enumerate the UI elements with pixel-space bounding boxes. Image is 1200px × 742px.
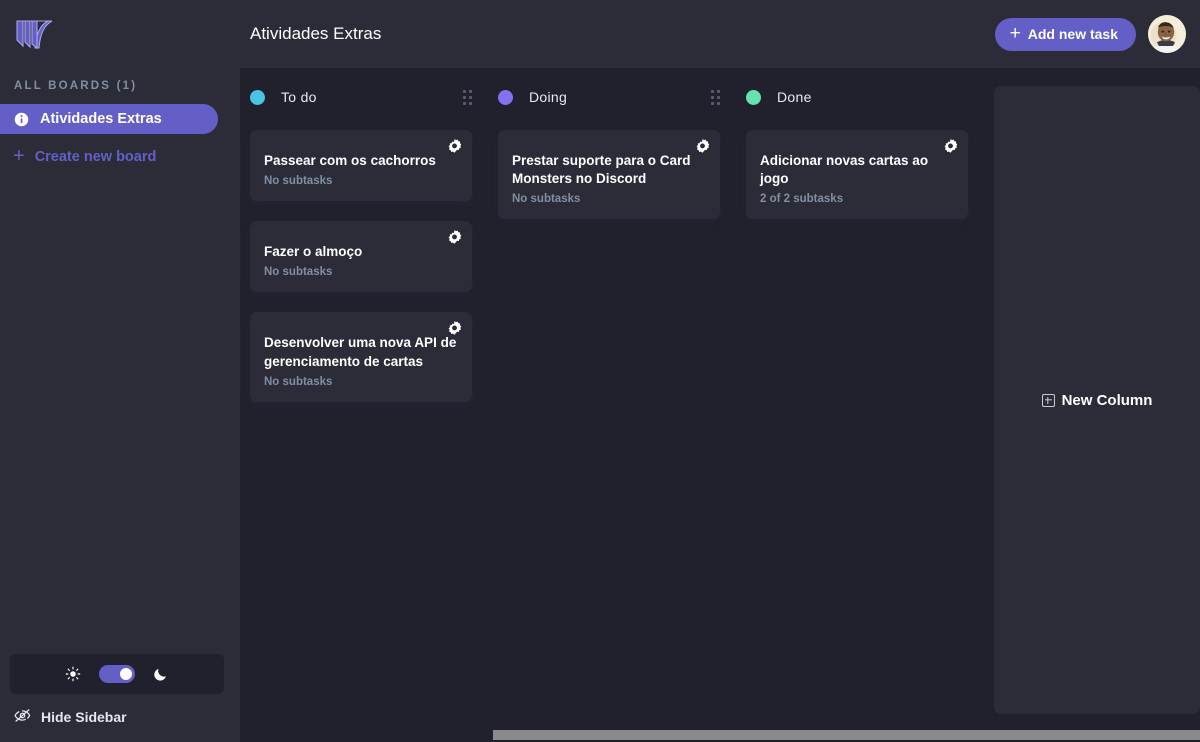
theme-toggle-switch[interactable] xyxy=(99,665,135,683)
page-title: Atividades Extras xyxy=(250,24,382,43)
topbar-actions: + Add new task xyxy=(994,15,1186,53)
main-content: Atividades Extras + Add new task To do P… xyxy=(240,0,1200,742)
task-card-subtasks: No subtasks xyxy=(264,266,333,279)
theme-toggle-knob xyxy=(120,668,132,680)
gear-icon[interactable] xyxy=(447,230,462,245)
task-card[interactable]: Fazer o almoço No subtasks xyxy=(250,221,472,293)
gear-icon[interactable] xyxy=(447,321,462,336)
task-card[interactable]: Prestar suporte para o Card Monsters no … xyxy=(498,130,720,220)
sidebar-item-atividades-extras[interactable]: Atividades Extras xyxy=(0,104,218,134)
all-boards-label: ALL BOARDS (1) xyxy=(14,80,138,92)
board-column: To do Passear com os cachorros No subtasks… xyxy=(250,86,472,742)
column-name: To do xyxy=(281,89,317,105)
column-header: To do xyxy=(250,86,472,108)
hide-sidebar-label: Hide Sidebar xyxy=(41,709,127,725)
column-status-dot xyxy=(746,89,761,105)
gear-icon[interactable] xyxy=(447,139,462,154)
task-card-title: Fazer o almoço xyxy=(264,244,363,260)
column-status-dot xyxy=(250,89,265,105)
task-card[interactable]: Desenvolver uma nova API de gerenciament… xyxy=(250,312,472,402)
new-column-button[interactable]: New Column xyxy=(994,86,1200,714)
task-card-title: Adicionar novas cartas ao jogo xyxy=(760,153,929,187)
board-column: Done Adicionar novas cartas ao jogo 2 of 2… xyxy=(746,86,968,742)
sidebar-item-label: Atividades Extras xyxy=(40,111,162,127)
horizontal-scrollbar-thumb[interactable] xyxy=(493,730,1200,740)
column-name: Doing xyxy=(529,89,568,105)
drag-handle-icon[interactable] xyxy=(463,89,472,105)
boxed-plus-icon xyxy=(1041,393,1055,407)
plus-icon: + xyxy=(13,145,25,167)
board-canvas: To do Passear com os cachorros No subtasks… xyxy=(240,68,1200,742)
column-status-dot xyxy=(498,89,513,105)
topbar: Atividades Extras + Add new task xyxy=(240,0,1200,68)
task-card-subtasks: No subtasks xyxy=(264,375,333,388)
eye-slash-icon xyxy=(14,708,31,726)
gear-icon[interactable] xyxy=(943,139,958,154)
horizontal-scrollbar[interactable] xyxy=(480,727,1200,742)
create-new-board-button[interactable]: + Create new board xyxy=(0,142,240,172)
app-root: ALL BOARDS (1) Atividades Extras + Creat… xyxy=(0,0,1200,742)
drag-handle-icon[interactable] xyxy=(711,89,720,105)
column-header: Done xyxy=(746,86,968,108)
task-card-subtasks: 2 of 2 subtasks xyxy=(760,193,844,206)
task-card-subtasks: No subtasks xyxy=(512,193,581,206)
user-avatar xyxy=(1148,15,1186,53)
info-circle-icon xyxy=(14,112,29,127)
sidebar: ALL BOARDS (1) Atividades Extras + Creat… xyxy=(0,0,240,742)
sun-icon xyxy=(65,666,81,682)
new-column-label: New Column xyxy=(1061,391,1153,409)
task-card-title: Passear com os cachorros xyxy=(264,153,436,168)
task-card[interactable]: Adicionar novas cartas ao jogo 2 of 2 sub… xyxy=(746,130,968,220)
board-column: Doing Prestar suporte para o Card Monster… xyxy=(498,86,720,742)
column-name: Done xyxy=(777,89,812,105)
avatar[interactable] xyxy=(1148,15,1186,53)
columns-container: To do Passear com os cachorros No subtasks… xyxy=(240,68,1200,742)
moon-icon xyxy=(153,666,169,682)
gear-icon[interactable] xyxy=(695,139,710,154)
task-card-subtasks: No subtasks xyxy=(264,175,333,188)
task-card[interactable]: Passear com os cachorros No subtasks xyxy=(250,130,472,202)
task-card-title: Desenvolver uma nova API de gerenciament… xyxy=(264,335,457,369)
theme-toggle-container xyxy=(10,654,224,694)
kanban-logo-icon xyxy=(16,20,53,50)
task-card-title: Prestar suporte para o Card Monsters no … xyxy=(512,153,691,187)
add-new-task-button[interactable]: + Add new task xyxy=(994,17,1136,51)
add-new-task-label: Add new task xyxy=(1027,26,1118,42)
plus-icon: + xyxy=(1009,22,1021,44)
column-header: Doing xyxy=(498,86,720,108)
logo-container xyxy=(0,0,240,68)
hide-sidebar-button[interactable]: Hide Sidebar xyxy=(14,708,127,726)
create-new-board-label: Create new board xyxy=(34,149,157,165)
